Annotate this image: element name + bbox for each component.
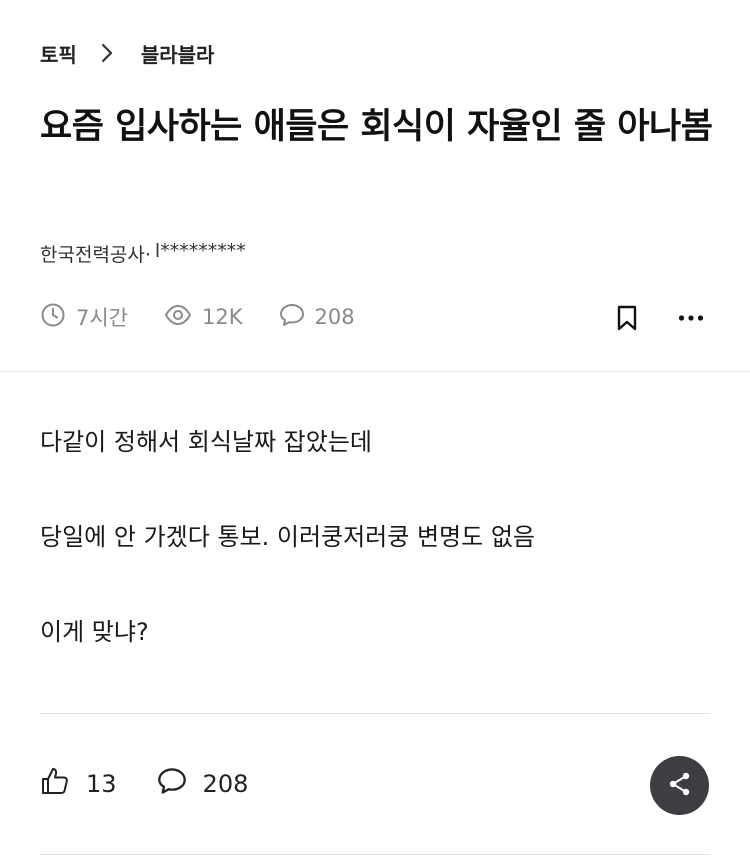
bookmark-icon[interactable] [612, 303, 642, 333]
body-divider [40, 713, 710, 714]
time-ago-text: 7시간 [76, 306, 129, 330]
views-count: 12K [202, 305, 243, 329]
author-name: l********* [154, 240, 246, 262]
comment-button[interactable]: 208 [157, 766, 249, 802]
post-body: 다같이 정해서 회식날짜 잡았는데 당일에 안 가겠다 통보. 이러쿵저러쿵 변… [40, 420, 720, 705]
breadcrumb-topic-link[interactable]: 토픽 [40, 39, 77, 68]
post-title: 요즘 입사하는 애들은 회식이 자율인 줄 아나봄 [40, 107, 713, 147]
author-company: 한국전력공사· [40, 244, 151, 266]
header-divider [0, 371, 750, 372]
meta-time: 7시간 [40, 302, 128, 333]
breadcrumb: 토픽 블라블라 [40, 38, 214, 68]
more-horizontal-icon[interactable] [674, 303, 708, 333]
like-button[interactable]: 13 [40, 766, 117, 802]
thumbs-up-icon [40, 766, 86, 802]
eye-icon [164, 302, 202, 333]
chevron-right-icon [95, 41, 119, 65]
meta-views: 12K [164, 302, 243, 333]
body-line: 이게 맞냐? [40, 618, 149, 646]
footer-divider [40, 854, 710, 855]
body-line: 다같이 정해서 회식날짜 잡았는데 [40, 428, 373, 456]
speech-bubble-icon [279, 302, 315, 333]
meta-comments: 208 [279, 302, 355, 333]
comments-count: 208 [314, 305, 355, 329]
breadcrumb-board-link[interactable]: 블라블라 [141, 39, 215, 68]
comment-count: 208 [202, 770, 249, 798]
post-meta: 7시간 12K 208 [40, 300, 391, 334]
body-line: 당일에 안 가겠다 통보. 이러쿵저러쿵 변명도 없음 [40, 523, 536, 551]
like-count: 13 [86, 770, 117, 798]
share-icon [667, 771, 693, 801]
author-info[interactable]: 한국전력공사· l********* [40, 240, 246, 267]
speech-bubble-icon [157, 766, 203, 802]
clock-icon [40, 302, 76, 333]
post-actions: 13 208 [40, 764, 288, 804]
share-button[interactable] [650, 756, 709, 815]
